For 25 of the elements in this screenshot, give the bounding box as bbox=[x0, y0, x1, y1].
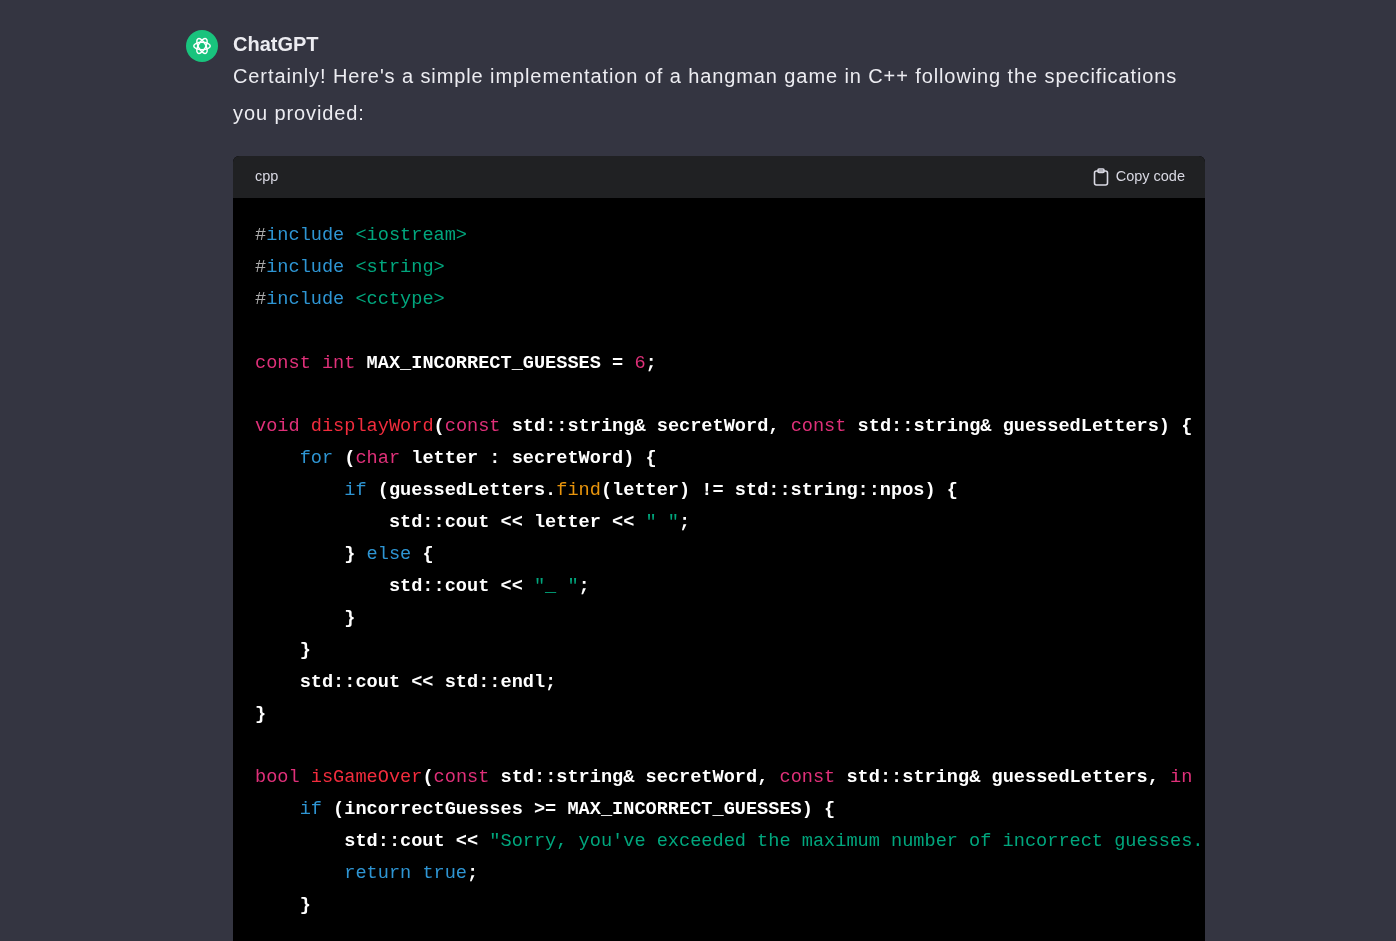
code-line: bool isGameOver(const std::string& secretWord, const std::string& guessedLetters, in bbox=[255, 766, 1194, 791]
code-line: std::cout << letter << " "; bbox=[387, 511, 692, 536]
message-text: Certainly! Here's a simple implementation of a hangman game in C++ following the specifications you provided: bbox=[233, 64, 1179, 126]
code-line: std::cout << "_ "; bbox=[387, 574, 591, 599]
language-label: cpp bbox=[255, 167, 279, 187]
code-line: } bbox=[255, 702, 268, 727]
author-name: ChatGPT bbox=[233, 32, 320, 57]
code-line: #include <cctype> bbox=[255, 287, 446, 312]
code-line: #include <string> bbox=[255, 255, 446, 280]
code-line: #include <iostream> bbox=[255, 224, 469, 248]
code-line: std::cout << "Sorry, you've exceeded the maximum number of incorrect guesses. bbox=[343, 830, 1205, 855]
code-line: if (guessedLetters.find(letter) != std::string::npos) { bbox=[343, 479, 959, 504]
code-line: void displayWord(const std::string& secretWord, const std::string& guessedLetters) { bbox=[255, 415, 1194, 440]
copy-code-button[interactable]: Copy code bbox=[1092, 166, 1185, 188]
assistant-avatar-icon bbox=[186, 30, 218, 62]
code-line: std::cout << std::endl; bbox=[298, 670, 558, 695]
code-line: } bbox=[298, 638, 312, 663]
code-line: } bbox=[298, 894, 312, 918]
code-line: return true; bbox=[343, 862, 480, 887]
code-line: const int MAX_INCORRECT_GUESSES = 6; bbox=[255, 351, 658, 376]
clipboard-icon bbox=[1092, 168, 1109, 186]
code-line: for (char letter : secretWord) { bbox=[298, 447, 658, 472]
code-line: } bbox=[343, 606, 357, 631]
code-line: if (incorrectGuesses >= MAX_INCORRECT_GUESSES) { bbox=[298, 798, 837, 823]
code-line: } else { bbox=[343, 543, 435, 568]
